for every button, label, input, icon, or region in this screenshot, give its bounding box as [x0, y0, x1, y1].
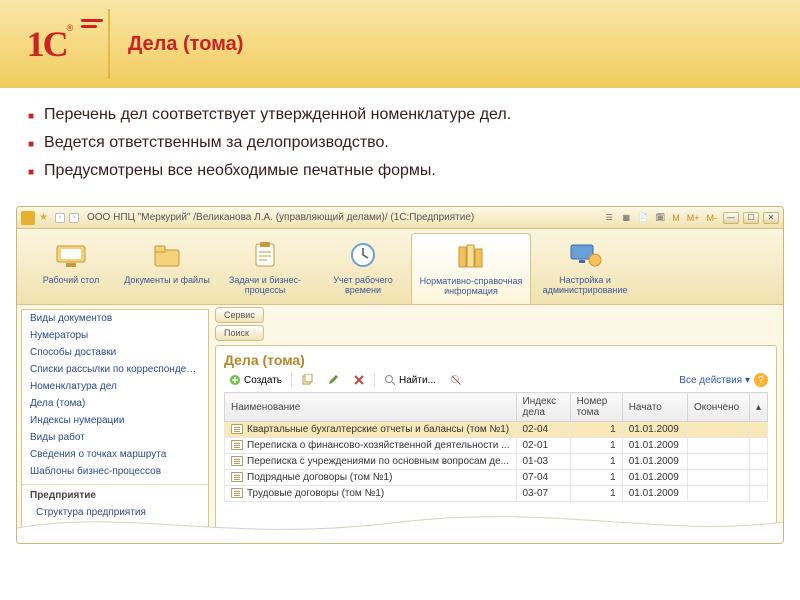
section-label: Учет рабочего времени	[333, 275, 393, 295]
find-label: Найти...	[399, 375, 436, 386]
bullet-item: Ведется ответственным за делопроизводств…	[28, 134, 772, 152]
bullet-item: Перечень дел соответствует утвержденной …	[28, 106, 772, 124]
col-start[interactable]: Начато	[622, 393, 687, 422]
favorites-icon[interactable]: ★	[39, 212, 51, 224]
col-end[interactable]: Окончено	[687, 393, 749, 422]
search-button[interactable]: Поиск	[215, 325, 264, 341]
panel-dela: Дела (тома) Создать Найти...	[215, 345, 777, 543]
sidebar-item[interactable]: Виды работ	[22, 429, 208, 446]
desktop-icon	[53, 237, 89, 273]
sidebar: Виды документов Нумераторы Способы доста…	[21, 309, 209, 543]
table-row[interactable]: Трудовые договоры (том №1) 03-07101.01.2…	[225, 486, 768, 502]
bullet-item: Предусмотрены все необходимые печатные ф…	[28, 162, 772, 180]
sidebar-item[interactable]: Виды документов	[22, 310, 208, 327]
copy-button[interactable]	[296, 372, 318, 388]
search-icon	[384, 374, 396, 386]
service-button[interactable]: Сервис	[215, 307, 264, 323]
sidebar-group-header: Предприятие	[22, 484, 208, 504]
logo-1c: 1C®	[0, 0, 100, 88]
window-title: ООО НПЦ "Меркурий" /Великанова Л.А. (упр…	[87, 212, 602, 223]
section-bar: Рабочий стол Документы и файлы Задачи и …	[17, 229, 783, 305]
panel-title: Дела (тома)	[224, 352, 768, 368]
file-icon	[231, 456, 243, 466]
clipboard-icon	[247, 237, 283, 273]
section-time[interactable]: Учет рабочего времени	[315, 233, 411, 304]
table-row[interactable]: Переписка о финансово-хозяйственной деят…	[225, 438, 768, 454]
col-name[interactable]: Наименование	[225, 393, 517, 422]
sidebar-item[interactable]: Способы доставки	[22, 344, 208, 361]
calendar-icon[interactable]: 🗓	[653, 212, 667, 224]
table-row[interactable]: Квартальные бухгалтерские отчеты и балан…	[225, 422, 768, 438]
section-admin[interactable]: Настройка и администрирование	[531, 233, 639, 304]
section-documents[interactable]: Документы и файлы	[119, 233, 215, 304]
app-window: ★ ‹ › ООО НПЦ "Меркурий" /Великанова Л.А…	[16, 206, 784, 544]
section-label: Настройка и администрирование	[543, 275, 628, 295]
font-mminus[interactable]: M-	[705, 213, 720, 223]
app-icon	[21, 211, 35, 225]
data-grid: Наименование Индекс дела Номер тома Нача…	[224, 392, 768, 502]
section-reference[interactable]: Нормативно-справочная информация	[411, 233, 531, 304]
panel-toolbar: Создать Найти... Все действия ▾ ?	[224, 372, 768, 388]
section-tasks[interactable]: Задачи и бизнес-процессы	[215, 233, 315, 304]
books-icon	[453, 238, 489, 274]
sidebar-item[interactable]: Индексы нумерации	[22, 412, 208, 429]
clock-icon	[345, 237, 381, 273]
grid-icon[interactable]: ▦	[619, 212, 633, 224]
monitor-gear-icon	[567, 237, 603, 273]
close-button[interactable]: ✕	[763, 212, 779, 224]
section-label: Документы и файлы	[124, 275, 210, 285]
find-button[interactable]: Найти...	[379, 372, 441, 388]
menu-icon[interactable]: ☰	[602, 212, 616, 224]
section-label: Нормативно-справочная информация	[420, 276, 523, 296]
table-row[interactable]: Подрядные договоры (том №1) 07-04101.01.…	[225, 470, 768, 486]
slide-header: 1C® Дела (тома)	[0, 0, 800, 88]
plus-icon	[229, 374, 241, 386]
section-label: Рабочий стол	[43, 275, 100, 285]
minimize-button[interactable]: —	[723, 212, 739, 224]
slide-title: Дела (тома)	[128, 33, 243, 56]
folder-icon	[149, 237, 185, 273]
col-index[interactable]: Индекс дела	[516, 393, 570, 422]
col-num[interactable]: Номер тома	[570, 393, 622, 422]
sidebar-item[interactable]: Шаблоны бизнес-процессов	[22, 463, 208, 480]
all-actions-menu[interactable]: Все действия ▾	[679, 375, 750, 386]
maximize-button[interactable]: ☐	[743, 212, 759, 224]
table-row[interactable]: Переписка с учреждениями по основным воп…	[225, 454, 768, 470]
section-desktop[interactable]: Рабочий стол	[23, 233, 119, 304]
delete-button[interactable]	[348, 372, 370, 388]
sidebar-item[interactable]: Сведения о точках маршрута	[22, 446, 208, 463]
edit-button[interactable]	[322, 372, 344, 388]
sidebar-item[interactable]: Нумераторы	[22, 327, 208, 344]
file-icon	[231, 424, 243, 434]
font-m[interactable]: M	[670, 213, 682, 223]
create-label: Создать	[244, 375, 282, 386]
nav-back-button[interactable]: ‹	[55, 213, 65, 223]
calc-icon[interactable]: 📄	[636, 212, 650, 224]
font-mplus[interactable]: M+	[685, 213, 702, 223]
content-area: Сервис Поиск Дела (тома) Создать	[209, 305, 783, 543]
file-icon	[231, 440, 243, 450]
section-label: Задачи и бизнес-процессы	[229, 275, 301, 295]
nav-forward-button[interactable]: ›	[69, 213, 79, 223]
header-divider	[108, 9, 110, 79]
help-icon[interactable]: ?	[754, 373, 768, 387]
app-titlebar: ★ ‹ › ООО НПЦ "Меркурий" /Великанова Л.А…	[17, 207, 783, 229]
slide-bullets: Перечень дел соответствует утвержденной …	[0, 88, 800, 200]
create-button[interactable]: Создать	[224, 372, 287, 388]
file-icon	[231, 472, 243, 482]
sidebar-item[interactable]: Номенклатура дел	[22, 378, 208, 395]
file-icon	[231, 488, 243, 498]
sidebar-item[interactable]: Дела (тома)	[22, 395, 208, 412]
clear-find-button[interactable]	[445, 372, 467, 388]
sidebar-item[interactable]: Структура предприятия	[22, 504, 208, 521]
col-scroll: ▴	[749, 393, 767, 422]
sidebar-item[interactable]: Списки рассылки по корреспондентам	[22, 361, 208, 378]
